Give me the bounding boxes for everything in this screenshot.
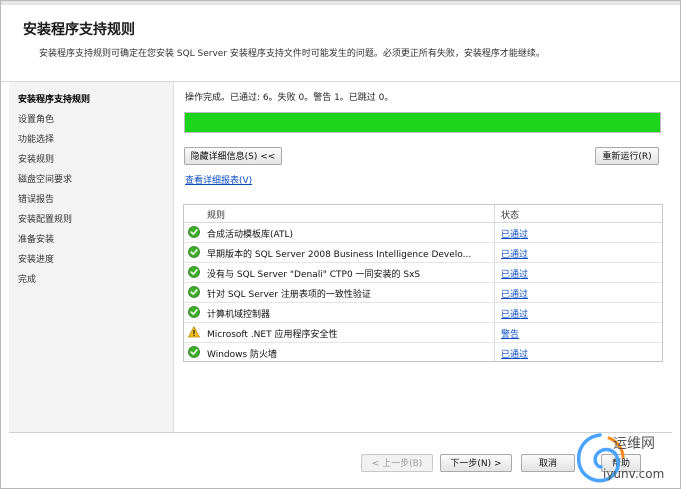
table-row[interactable]: Microsoft .NET 应用程序安全性 警告 [184, 323, 662, 343]
main-panel: 操作完成。已通过: 6。失败 0。警告 1。已跳过 0。 隐藏详细信息(S) <… [177, 82, 672, 432]
rule-name: Microsoft .NET 应用程序安全性 [207, 330, 338, 340]
rule-status-link[interactable]: 已通过 [501, 307, 528, 320]
rule-status-link[interactable]: 已通过 [501, 267, 528, 280]
sidebar-item-setup-role[interactable]: 设置角色 [18, 112, 54, 125]
page-header: 安装程序支持规则 安装程序支持规则可确定在您安装 SQL Server 安装程序… [1, 5, 680, 82]
table-row[interactable]: Windows 防火墙 已通过 [184, 343, 662, 361]
sidebar-item-installation-rules[interactable]: 安装规则 [18, 152, 54, 165]
sidebar-item-disk-space[interactable]: 磁盘空间要求 [18, 172, 72, 185]
pass-check-icon [188, 246, 200, 258]
warning-triangle-icon [187, 325, 201, 338]
cancel-button[interactable]: 取消 [521, 454, 575, 472]
sidebar-item-error-reporting[interactable]: 错误报告 [18, 192, 54, 205]
sidebar-item-complete[interactable]: 完成 [18, 272, 36, 285]
pass-check-icon [188, 266, 200, 278]
rule-name: 没有与 SQL Server "Denali" CTP0 一同安装的 SxS [207, 270, 421, 280]
table-row[interactable]: 合成活动模板库(ATL) 已通过 [184, 223, 662, 243]
rule-status-link[interactable]: 已通过 [501, 247, 528, 260]
table-row[interactable]: 计算机域控制器 已通过 [184, 303, 662, 323]
pass-check-icon [188, 306, 200, 318]
sidebar-nav: 安装程序支持规则 设置角色 功能选择 安装规则 磁盘空间要求 错误报告 安装配置… [9, 82, 174, 432]
rule-name: 早期版本的 SQL Server 2008 Business Intellige… [207, 250, 472, 260]
back-button[interactable]: < 上一步(B) [361, 454, 433, 472]
rule-name: 针对 SQL Server 注册表项的一致性验证 [207, 290, 371, 300]
sidebar-item-feature-selection[interactable]: 功能选择 [18, 132, 54, 145]
rerun-button[interactable]: 重新运行(R) [595, 147, 659, 165]
view-detailed-report-link[interactable]: 查看详细报表(V) [185, 173, 252, 186]
rule-status-link[interactable]: 警告 [501, 327, 519, 340]
progress-bar-fill [185, 113, 660, 132]
watermark-text-bottom: iyunv.com [603, 467, 665, 481]
watermark-text-top: 运维网 [613, 436, 655, 452]
page-title: 安装程序支持规则 [23, 22, 135, 38]
table-row[interactable]: 没有与 SQL Server "Denali" CTP0 一同安装的 SxS 已通… [184, 263, 662, 283]
setup-window: 安装程序支持规则 安装程序支持规则可确定在您安装 SQL Server 安装程序… [0, 0, 681, 489]
rule-status-link[interactable]: 已通过 [501, 287, 528, 300]
rule-name: Windows 防火墙 [207, 350, 278, 360]
watermark-logo: 运维网 iyunv.com [571, 427, 681, 489]
operation-status-text: 操作完成。已通过: 6。失败 0。警告 1。已跳过 0。 [185, 93, 394, 103]
rule-status-link[interactable]: 已通过 [501, 347, 528, 360]
hide-details-button[interactable]: 隐藏详细信息(S) << [184, 147, 282, 165]
table-row[interactable]: 早期版本的 SQL Server 2008 Business Intellige… [184, 243, 662, 263]
sidebar-item-ready-to-install[interactable]: 准备安装 [18, 232, 54, 245]
column-header-status[interactable]: 状态 [501, 208, 519, 221]
sidebar-item-install-config-rules[interactable]: 安装配置规则 [18, 212, 72, 225]
progress-bar [184, 112, 661, 133]
pass-check-icon [188, 286, 200, 298]
page-description: 安装程序支持规则可确定在您安装 SQL Server 安装程序支持文件时可能发生… [39, 49, 545, 59]
pass-check-icon [188, 226, 200, 238]
rule-name: 计算机域控制器 [207, 310, 271, 320]
rules-table-header: 规则 状态 [184, 205, 662, 223]
rule-status-link[interactable]: 已通过 [501, 227, 528, 240]
next-button[interactable]: 下一步(N) > [440, 454, 512, 472]
rule-name: 合成活动模板库(ATL) [207, 230, 293, 240]
column-header-rule[interactable]: 规则 [207, 208, 225, 221]
table-row[interactable]: 针对 SQL Server 注册表项的一致性验证 已通过 [184, 283, 662, 303]
sidebar-item-install-progress[interactable]: 安装进度 [18, 252, 54, 265]
sidebar-item-setup-support-rules[interactable]: 安装程序支持规则 [18, 92, 90, 105]
pass-check-icon [188, 346, 200, 358]
rules-table: 规则 状态 合成活动模板库(ATL) 已通过 早期版本的 SQL Server 20… [183, 204, 663, 362]
